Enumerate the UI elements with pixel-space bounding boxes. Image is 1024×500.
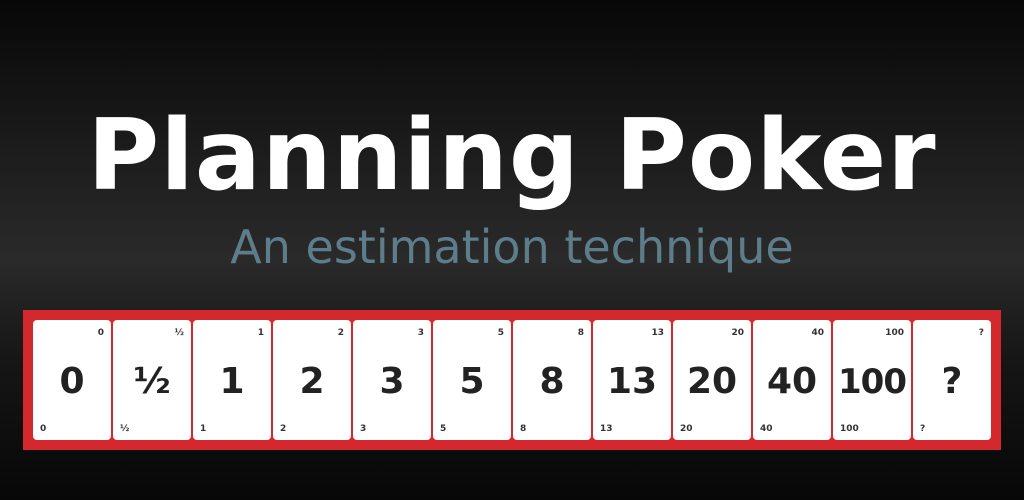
- card-corner-bottom: 8: [520, 424, 527, 434]
- card-corner-bottom: 20: [680, 424, 693, 434]
- card-corner-top: ½: [174, 328, 184, 338]
- card-value: 5: [459, 361, 485, 402]
- card-corner-bottom: 5: [440, 424, 447, 434]
- card-corner-top: 3: [417, 328, 424, 338]
- card-corner-top: 100: [885, 328, 904, 338]
- card-1[interactable]: 1 1 1: [193, 320, 271, 440]
- card-40[interactable]: 40 40 40: [753, 320, 831, 440]
- card-corner-bottom: 13: [600, 424, 613, 434]
- card-corner-top: 0: [97, 328, 104, 338]
- card-corner-bottom: 100: [840, 424, 859, 434]
- card-value: ½: [133, 361, 171, 402]
- card-value: ?: [941, 361, 963, 402]
- card-5[interactable]: 5 5 5: [433, 320, 511, 440]
- card-3[interactable]: 3 3 3: [353, 320, 431, 440]
- card-corner-top: 13: [651, 328, 664, 338]
- card-corner-bottom: ?: [920, 424, 926, 434]
- card-value: 0: [59, 361, 85, 402]
- card-corner-top: 1: [257, 328, 264, 338]
- card-corner-top: 40: [811, 328, 824, 338]
- card-corner-bottom: 2: [280, 424, 287, 434]
- card-value: 100: [838, 362, 907, 402]
- card-corner-bottom: 1: [200, 424, 207, 434]
- card-corner-top: 5: [497, 328, 504, 338]
- card-8[interactable]: 8 8 8: [513, 320, 591, 440]
- card-corner-top: ?: [978, 328, 984, 338]
- card-corner-top: 2: [337, 328, 344, 338]
- card-question[interactable]: ? ? ?: [913, 320, 991, 440]
- card-value: 20: [686, 361, 738, 402]
- app-subtitle: An estimation technique: [230, 220, 794, 274]
- card-13[interactable]: 13 13 13: [593, 320, 671, 440]
- card-value: 3: [379, 361, 405, 402]
- card-deck: 0 0 0 ½ ½ ½ 1 1 1 2 2 2 3 3 3 5 5 5 8 8 …: [23, 310, 1001, 450]
- card-100[interactable]: 100 100 100: [833, 320, 911, 440]
- card-value: 1: [219, 361, 245, 402]
- card-corner-top: 8: [577, 328, 584, 338]
- card-value: 13: [606, 361, 658, 402]
- card-20[interactable]: 20 20 20: [673, 320, 751, 440]
- card-corner-bottom: 3: [360, 424, 367, 434]
- card-corner-bottom: 40: [760, 424, 773, 434]
- card-corner-top: 20: [731, 328, 744, 338]
- card-value: 40: [766, 361, 818, 402]
- card-value: 2: [299, 361, 325, 402]
- card-half[interactable]: ½ ½ ½: [113, 320, 191, 440]
- app-title: Planning Poker: [87, 99, 937, 213]
- card-corner-bottom: ½: [120, 424, 130, 434]
- card-value: 8: [539, 361, 565, 402]
- card-corner-bottom: 0: [40, 424, 47, 434]
- card-2[interactable]: 2 2 2: [273, 320, 351, 440]
- card-0[interactable]: 0 0 0: [33, 320, 111, 440]
